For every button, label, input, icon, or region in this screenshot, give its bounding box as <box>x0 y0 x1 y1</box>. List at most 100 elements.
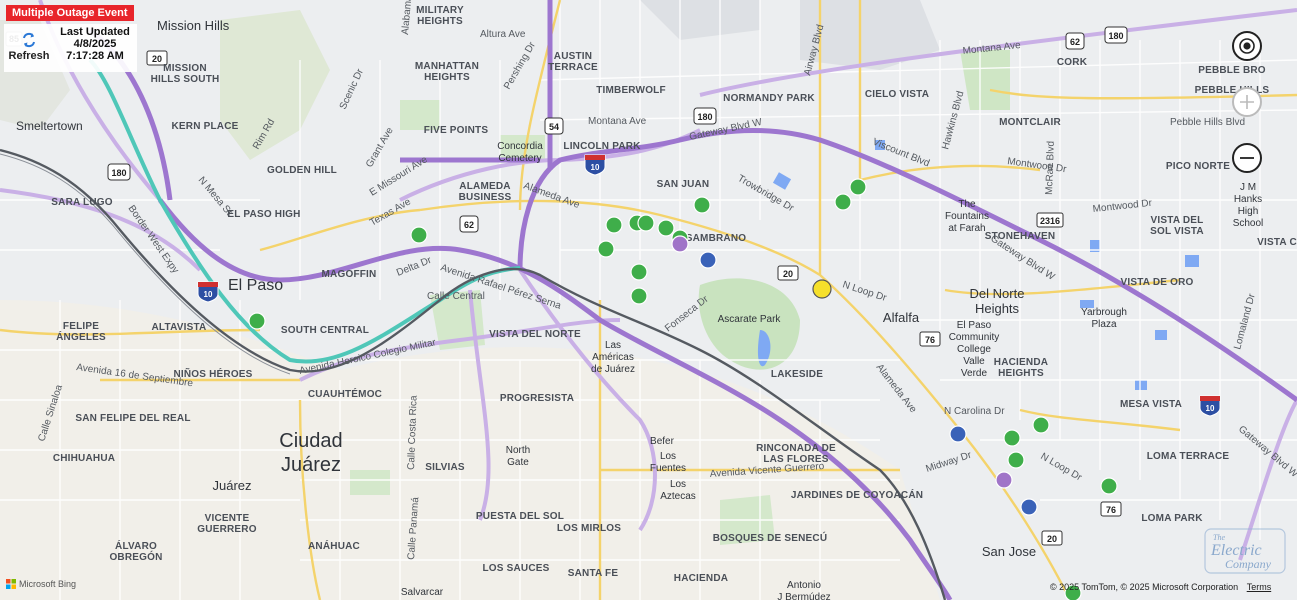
svg-text:LOMA TERRACE: LOMA TERRACE <box>1147 451 1230 462</box>
svg-text:North: North <box>506 445 530 456</box>
us-180-shield: 180 <box>693 107 717 125</box>
svg-text:BOSQUES DE SENECÚ: BOSQUES DE SENECÚ <box>713 531 828 544</box>
outage-marker-green[interactable] <box>834 193 852 211</box>
last-updated-title: Last Updated <box>60 26 130 38</box>
svg-text:RINCONADA DE: RINCONADA DE <box>756 443 836 454</box>
svg-text:College: College <box>957 344 991 355</box>
svg-text:LOMA PARK: LOMA PARK <box>1141 513 1203 524</box>
road-label: Montana Ave <box>588 116 647 127</box>
outage-marker-green[interactable] <box>1003 429 1021 447</box>
svg-text:NIÑOS HÉROES: NIÑOS HÉROES <box>173 367 252 380</box>
outage-marker-green[interactable] <box>849 178 867 196</box>
svg-text:SILVIAS: SILVIAS <box>425 462 465 473</box>
svg-text:180: 180 <box>697 112 712 122</box>
road-label: N Carolina Dr <box>944 406 1005 417</box>
svg-text:SANTA FE: SANTA FE <box>568 568 619 579</box>
state-20-shield: 20 <box>1041 530 1063 546</box>
refresh-panel: Refresh Last Updated 4/8/2025 7:17:28 AM <box>4 24 137 72</box>
interstate-10-shield: 10 <box>197 281 219 303</box>
last-updated-date: 4/8/2025 <box>73 38 117 50</box>
svg-text:LAKESIDE: LAKESIDE <box>771 369 823 380</box>
svg-text:ÁNGELES: ÁNGELES <box>56 330 106 343</box>
outage-marker-yellow[interactable] <box>812 279 832 299</box>
svg-text:LINCOLN PARK: LINCOLN PARK <box>563 141 641 152</box>
svg-text:62: 62 <box>1070 37 1080 47</box>
locate-icon <box>1239 38 1255 54</box>
svg-text:Américas: Américas <box>592 352 634 363</box>
svg-text:FELIPE: FELIPE <box>63 321 99 332</box>
place-label-juarez: Juárez <box>212 478 251 493</box>
place-label-alfalfa: Alfalfa <box>883 310 920 325</box>
svg-text:SAMBRANO: SAMBRANO <box>686 233 747 244</box>
svg-text:VISTA DEL: VISTA DEL <box>1151 215 1204 226</box>
svg-text:2316: 2316 <box>1040 216 1060 226</box>
svg-text:20: 20 <box>152 54 162 64</box>
svg-text:at Farah: at Farah <box>948 223 985 234</box>
outage-marker-green[interactable] <box>248 312 266 330</box>
svg-text:ALAMEDA: ALAMEDA <box>459 181 510 192</box>
svg-text:HEIGHTS: HEIGHTS <box>424 72 470 83</box>
svg-text:SAN JUAN: SAN JUAN <box>657 179 710 190</box>
svg-text:LOS SAUCES: LOS SAUCES <box>482 563 549 574</box>
svg-text:180: 180 <box>1108 31 1123 41</box>
state-2316-shield: 2316 <box>1036 212 1064 228</box>
svg-text:STONEHAVEN: STONEHAVEN <box>985 231 1056 242</box>
outage-marker-green[interactable] <box>1100 477 1118 495</box>
microsoft-bing-logo: Microsoft Bing <box>6 579 76 589</box>
place-label-el-paso: El Paso <box>228 277 283 294</box>
svg-text:GUERRERO: GUERRERO <box>197 524 256 535</box>
svg-text:10: 10 <box>204 290 213 299</box>
svg-text:HEIGHTS: HEIGHTS <box>998 368 1044 379</box>
outage-marker-green[interactable] <box>693 196 711 214</box>
svg-text:Las: Las <box>605 340 621 351</box>
refresh-label: Refresh <box>8 50 50 62</box>
svg-text:VISTA DE ORO: VISTA DE ORO <box>1121 277 1194 288</box>
terms-link[interactable]: Terms <box>1247 582 1272 592</box>
svg-text:PICO NORTE: PICO NORTE <box>1166 161 1230 172</box>
svg-text:High: High <box>1238 206 1259 217</box>
zoom-out-button[interactable] <box>1232 143 1262 173</box>
svg-text:Company: Company <box>1225 557 1272 571</box>
outage-marker-green[interactable] <box>1032 416 1050 434</box>
outage-marker-purple[interactable] <box>995 471 1013 489</box>
us-62-shield: 62 <box>1065 32 1085 50</box>
refresh-button[interactable]: Refresh <box>6 32 52 62</box>
road-label: McRae Blvd <box>1044 141 1057 195</box>
outage-marker-green[interactable] <box>657 219 675 237</box>
outage-map[interactable]: 10 10 10 54 180 180 180 62 62 20 20 20 7… <box>0 0 1297 600</box>
map-attribution: © 2025 TomTom, © 2025 Microsoft Corporat… <box>1050 582 1271 592</box>
outage-marker-green[interactable] <box>637 214 655 232</box>
place-label-concordia-cemetery: Concordia Cemetery <box>497 141 543 164</box>
svg-text:Fountains: Fountains <box>945 211 989 222</box>
outage-marker-blue[interactable] <box>1020 498 1038 516</box>
outage-marker-blue[interactable] <box>949 425 967 443</box>
svg-text:JARDINES DE COYOACÁN: JARDINES DE COYOACÁN <box>791 488 923 501</box>
svg-text:CHIHUAHUA: CHIHUAHUA <box>53 453 115 464</box>
svg-text:KERN PLACE: KERN PLACE <box>171 121 238 132</box>
place-label-mission-hills: Mission Hills <box>157 18 230 33</box>
svg-text:EL PASO HIGH: EL PASO HIGH <box>227 209 300 220</box>
outage-marker-purple[interactable] <box>671 235 689 253</box>
outage-event-badge: Multiple Outage Event <box>6 5 134 21</box>
outage-marker-green[interactable] <box>410 226 428 244</box>
outage-marker-green[interactable] <box>630 263 648 281</box>
zoom-in-button[interactable] <box>1232 87 1262 117</box>
svg-text:Fuentes: Fuentes <box>650 463 686 474</box>
svg-text:Antonio: Antonio <box>787 580 821 591</box>
svg-text:Concordia: Concordia <box>497 141 543 152</box>
outage-marker-blue[interactable] <box>699 251 717 269</box>
svg-text:180: 180 <box>111 168 126 178</box>
svg-text:CUAUHTÉMOC: CUAUHTÉMOC <box>308 387 382 400</box>
place-label-ciudad-juarez: Juárez <box>281 454 341 476</box>
outage-marker-green[interactable] <box>605 216 623 234</box>
outage-marker-green[interactable] <box>1007 451 1025 469</box>
outage-marker-green[interactable] <box>597 240 615 258</box>
svg-text:TIMBERWOLF: TIMBERWOLF <box>596 85 666 96</box>
svg-text:SOL VISTA: SOL VISTA <box>1150 226 1204 237</box>
us-180-shield: 180 <box>1104 26 1128 44</box>
svg-text:Los: Los <box>670 479 686 490</box>
svg-text:Cemetery: Cemetery <box>498 153 541 164</box>
outage-marker-green[interactable] <box>630 287 648 305</box>
svg-text:76: 76 <box>925 335 935 345</box>
locate-button[interactable] <box>1232 31 1262 61</box>
